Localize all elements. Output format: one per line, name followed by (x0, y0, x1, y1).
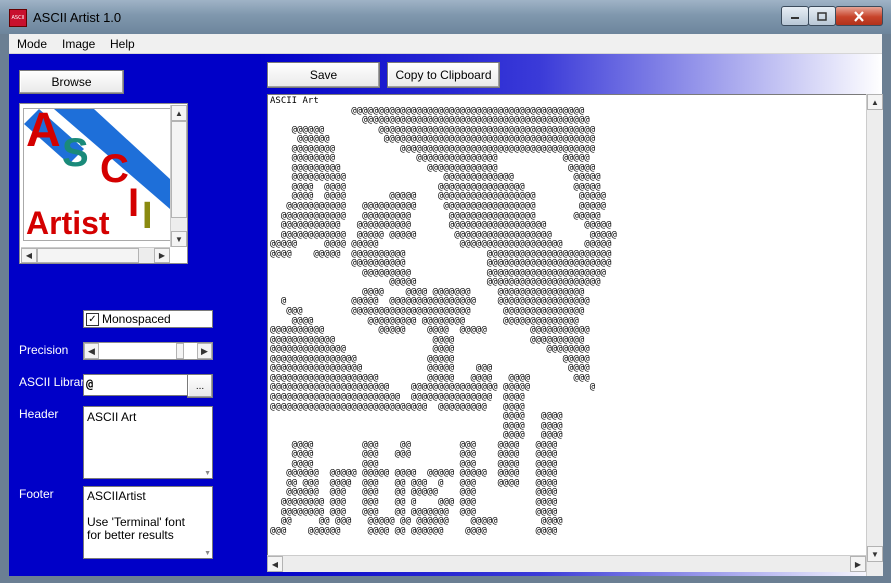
logo-letter-i1: I (128, 181, 140, 225)
precision-thumb[interactable] (176, 343, 185, 359)
header-label: Header (19, 407, 59, 421)
footer-value: ASCIIArtist Use 'Terminal' font for bett… (87, 489, 185, 542)
output-horizontal-scrollbar[interactable]: ◀ ▶ (267, 555, 866, 572)
logo-word-artist: Artist (26, 205, 110, 241)
save-button[interactable]: Save (267, 62, 380, 88)
maximize-icon (817, 11, 827, 21)
ascii-library-value: @ (86, 377, 94, 391)
precision-slider[interactable]: ◀ ▶ (83, 342, 213, 360)
precision-decrease-icon[interactable]: ◀ (84, 343, 99, 359)
logo-letter-s: S (62, 131, 89, 175)
copy-to-clipboard-button[interactable]: Copy to Clipboard (387, 62, 500, 88)
title-bar[interactable]: ASCII ASCII Artist 1.0 (0, 0, 891, 34)
logo-letter-a: A (26, 108, 61, 157)
output-scroll-left-arrow-icon[interactable]: ◀ (267, 556, 283, 572)
image-preview: A S C I I Artist ▲ ▼ ◀ ▶ (19, 103, 188, 264)
ascii-library-browse-button[interactable]: ... (187, 374, 213, 398)
close-button[interactable] (835, 6, 883, 26)
menu-image[interactable]: Image (62, 37, 95, 51)
browse-button[interactable]: Browse (19, 70, 124, 94)
footer-scroll-down-icon[interactable]: ▼ (204, 550, 211, 557)
output-vertical-scrollbar[interactable]: ▲ ▼ (866, 94, 883, 576)
monospaced-checkbox[interactable]: ✓ (86, 313, 99, 326)
logo-letter-c: C (100, 147, 129, 191)
scroll-thumb[interactable] (171, 121, 187, 218)
menu-bar: Mode Image Help (9, 34, 882, 54)
ascii-library-input[interactable]: @ (83, 374, 189, 396)
scroll-left-arrow-icon[interactable]: ◀ (21, 248, 37, 263)
minimize-icon (791, 17, 799, 19)
ascii-output-textarea[interactable]: ASCII Art @@@@@@@@@@@@@@@@@@@@@@@@@@@@@@… (267, 94, 867, 556)
client-area: Browse A S C I I Artist ▲ ▼ ◀ ▶ ✓ Monosp… (9, 54, 883, 576)
ascii-library-label: ASCII Library (19, 375, 91, 389)
app-window: ASCII ASCII Artist 1.0 Mode Image Help B… (0, 0, 891, 583)
menu-mode[interactable]: Mode (17, 37, 47, 51)
monospaced-checkbox-row[interactable]: ✓ Monospaced (83, 310, 213, 328)
menu-help[interactable]: Help (110, 37, 135, 51)
logo-letter-i2: I (142, 195, 153, 237)
ascii-output-text: ASCII Art @@@@@@@@@@@@@@@@@@@@@@@@@@@@@@… (270, 96, 617, 536)
output-scroll-right-arrow-icon[interactable]: ▶ (850, 556, 866, 572)
output-scroll-up-arrow-icon[interactable]: ▲ (867, 94, 883, 110)
header-value: ASCII Art (87, 410, 137, 424)
monospaced-label: Monospaced (102, 312, 171, 326)
close-icon (854, 10, 864, 22)
preview-horizontal-scrollbar[interactable]: ◀ ▶ (21, 247, 170, 263)
precision-label: Precision (19, 343, 69, 357)
minimize-button[interactable] (781, 6, 809, 26)
scroll-down-arrow-icon[interactable]: ▼ (171, 231, 187, 247)
header-scroll-down-icon[interactable]: ▼ (204, 470, 211, 477)
window-title: ASCII Artist 1.0 (33, 10, 122, 25)
precision-increase-icon[interactable]: ▶ (197, 343, 212, 359)
app-icon: ASCII (9, 9, 27, 27)
preview-vertical-scrollbar[interactable]: ▲ ▼ (170, 105, 187, 247)
footer-textarea[interactable]: ASCIIArtist Use 'Terminal' font for bett… (83, 486, 213, 559)
ascii-artist-logo: A S C I I Artist (23, 108, 171, 241)
maximize-button[interactable] (808, 6, 836, 26)
footer-label: Footer (19, 487, 54, 501)
header-textarea[interactable]: ASCII Art ▼ (83, 406, 213, 479)
scroll-up-arrow-icon[interactable]: ▲ (171, 105, 187, 121)
hscroll-thumb[interactable] (37, 248, 139, 263)
scroll-right-arrow-icon[interactable]: ▶ (154, 248, 170, 263)
output-scroll-down-arrow-icon[interactable]: ▼ (867, 546, 883, 562)
